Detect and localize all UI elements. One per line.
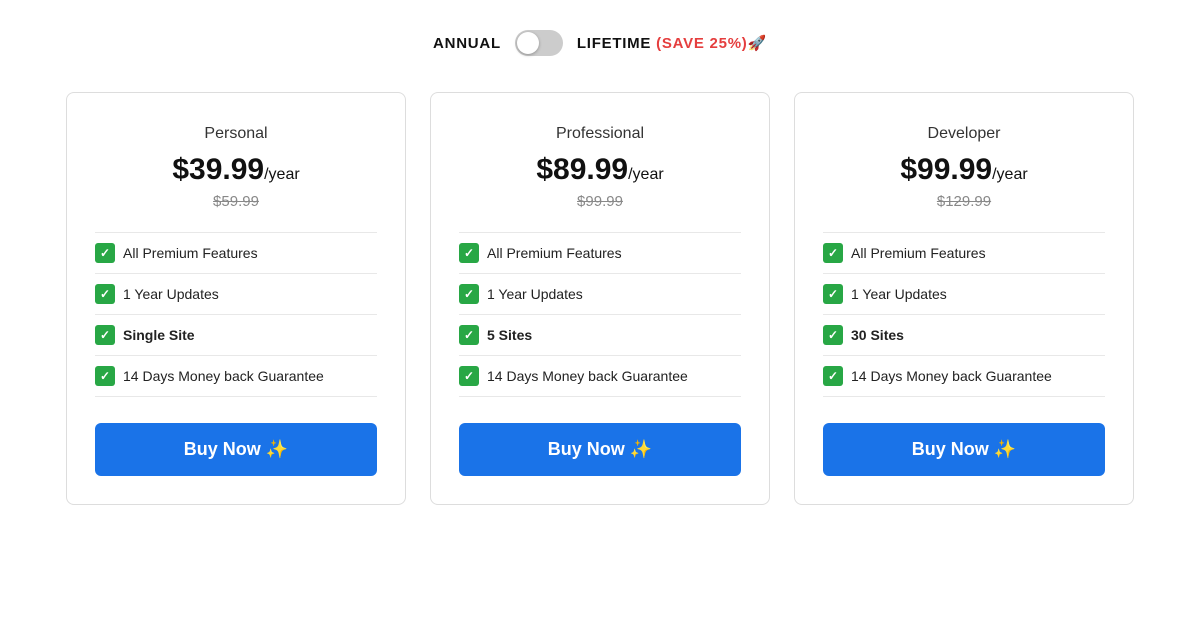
features-list-developer: All Premium Features 1 Year Updates 30 S…	[823, 232, 1105, 397]
plan-original-price-developer: $129.99	[937, 193, 991, 210]
feature-text: 14 Days Money back Guarantee	[851, 368, 1052, 384]
pricing-card-professional: Professional $89.99/year $99.99 All Prem…	[430, 92, 770, 505]
feature-item: 14 Days Money back Guarantee	[459, 356, 741, 397]
lifetime-text: LIFETIME	[577, 35, 651, 52]
feature-item: 30 Sites	[823, 315, 1105, 356]
features-list-professional: All Premium Features 1 Year Updates 5 Si…	[459, 232, 741, 397]
billing-toggle-bar: ANNUAL LIFETIME (SAVE 25%)🚀	[433, 30, 767, 56]
plan-name-personal: Personal	[204, 125, 267, 143]
buy-now-button-professional[interactable]: Buy Now ✨	[459, 423, 741, 476]
feature-item: 14 Days Money back Guarantee	[823, 356, 1105, 397]
feature-text: 14 Days Money back Guarantee	[123, 368, 324, 384]
plan-price-personal: $39.99/year	[172, 153, 299, 187]
check-icon	[95, 366, 115, 386]
feature-text: All Premium Features	[487, 245, 622, 261]
feature-item: Single Site	[95, 315, 377, 356]
feature-item: 1 Year Updates	[823, 274, 1105, 315]
lifetime-label: LIFETIME (SAVE 25%)🚀	[577, 34, 767, 52]
save-badge: (SAVE 25%)🚀	[656, 35, 767, 52]
feature-item: 5 Sites	[459, 315, 741, 356]
feature-item: 14 Days Money back Guarantee	[95, 356, 377, 397]
plan-name-developer: Developer	[928, 125, 1001, 143]
check-icon	[459, 243, 479, 263]
feature-item: All Premium Features	[459, 232, 741, 274]
check-icon	[95, 325, 115, 345]
pricing-cards-container: Personal $39.99/year $59.99 All Premium …	[30, 92, 1170, 505]
feature-item: All Premium Features	[823, 232, 1105, 274]
pricing-card-developer: Developer $99.99/year $129.99 All Premiu…	[794, 92, 1134, 505]
plan-original-price-personal: $59.99	[213, 193, 259, 210]
check-icon	[95, 243, 115, 263]
features-list-personal: All Premium Features 1 Year Updates Sing…	[95, 232, 377, 397]
check-icon	[823, 284, 843, 304]
feature-text: All Premium Features	[851, 245, 986, 261]
feature-text: 5 Sites	[487, 327, 532, 343]
feature-text: 1 Year Updates	[851, 286, 947, 302]
check-icon	[459, 325, 479, 345]
feature-item: All Premium Features	[95, 232, 377, 274]
feature-text: 1 Year Updates	[487, 286, 583, 302]
plan-price-professional: $89.99/year	[536, 153, 663, 187]
feature-item: 1 Year Updates	[95, 274, 377, 315]
check-icon	[823, 366, 843, 386]
buy-now-button-personal[interactable]: Buy Now ✨	[95, 423, 377, 476]
check-icon	[823, 325, 843, 345]
feature-text: 14 Days Money back Guarantee	[487, 368, 688, 384]
pricing-card-personal: Personal $39.99/year $59.99 All Premium …	[66, 92, 406, 505]
feature-text: 30 Sites	[851, 327, 904, 343]
feature-item: 1 Year Updates	[459, 274, 741, 315]
check-icon	[459, 366, 479, 386]
check-icon	[95, 284, 115, 304]
toggle-knob	[517, 32, 539, 54]
feature-text: Single Site	[123, 327, 195, 343]
check-icon	[823, 243, 843, 263]
check-icon	[459, 284, 479, 304]
plan-name-professional: Professional	[556, 125, 644, 143]
plan-price-developer: $99.99/year	[900, 153, 1027, 187]
annual-label: ANNUAL	[433, 35, 501, 52]
plan-original-price-professional: $99.99	[577, 193, 623, 210]
feature-text: 1 Year Updates	[123, 286, 219, 302]
buy-now-button-developer[interactable]: Buy Now ✨	[823, 423, 1105, 476]
feature-text: All Premium Features	[123, 245, 258, 261]
billing-toggle-switch[interactable]	[515, 30, 563, 56]
